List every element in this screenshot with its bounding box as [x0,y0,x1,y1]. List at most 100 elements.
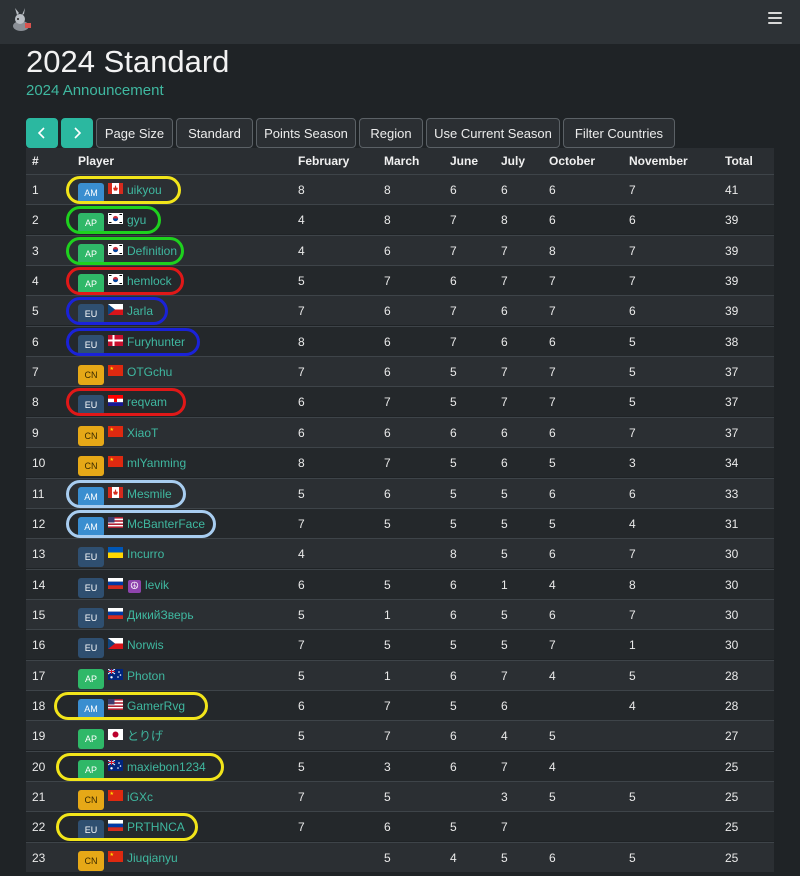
player-name-link[interactable]: OTGchu [127,357,172,387]
cell-rank: 2 [32,213,39,228]
cell-jun: 5 [450,516,457,531]
table-row: 4 5 7 6 7 7 7 39 AP hemlock [26,265,774,296]
region-badge: AP [78,668,104,689]
player-name-link[interactable]: ☮ levik [128,570,169,600]
flag-cz-icon [108,304,123,316]
player-name-link[interactable]: GamerRvg [127,691,185,721]
cell-mar: 6 [384,304,391,319]
cell-mar: 5 [384,850,391,865]
cell-feb: 8 [298,334,305,349]
table-row: 6 8 6 7 6 6 5 38 EU Furyhunter [26,325,774,357]
cell-total: 25 [725,820,739,835]
column-header-player[interactable]: Player [78,148,114,174]
cell-feb: 6 [298,395,305,410]
cell-rank: 11 [32,486,45,501]
standard-button[interactable]: Standard [176,118,253,148]
cell-feb: 7 [298,516,305,531]
table-row: 19 5 7 6 4 5 27 AP とりげ [26,720,774,751]
cell-jul: 6 [501,304,508,319]
cell-rank: 7 [32,365,39,380]
cell-oct: 7 [549,395,556,410]
flag-cn-icon: ★ [108,365,123,377]
flag-au-icon [107,759,123,771]
cell-nov: 3 [629,456,636,471]
cell-feb: 6 [298,577,305,592]
player-name-link[interactable]: McBanterFace [127,509,205,539]
cell-oct: 4 [549,577,556,592]
announcement-link[interactable]: 2024 Announcement [26,82,164,99]
cell-rank: 9 [32,425,39,440]
hamburger-menu-icon[interactable] [768,12,782,24]
player-name-link[interactable]: ДикийЗверь [127,600,194,630]
peace-symbol-icon: ☮ [128,579,141,593]
column-header-july[interactable]: July [501,148,525,174]
page-size-button[interactable]: Page Size [96,118,173,148]
cell-nov: 7 [629,183,636,197]
player-name-link[interactable]: Furyhunter [127,327,185,357]
player-name-link[interactable]: とりげ [127,721,163,751]
player-name-link[interactable]: hemlock [127,266,172,296]
cell-total: 25 [725,850,739,865]
player-name-link[interactable]: Jarla [127,296,153,326]
cell-total: 39 [725,213,739,228]
column-header-february[interactable]: February [298,148,349,174]
cell-total: 37 [725,395,739,410]
player-name-link[interactable]: Definition [127,236,177,266]
cell-mar: 5 [384,638,391,653]
player-name-link[interactable]: mlYanming [127,448,186,478]
column-header-rank[interactable]: # [32,148,39,174]
region-button[interactable]: Region [359,118,423,148]
flag-ru-icon [108,577,123,589]
table-row: 8 6 7 5 7 7 5 37 EU reqvam [26,386,774,417]
flag-us-icon [108,516,123,528]
table-row: 18 6 7 5 6 4 28 AM GamerRvg [26,689,774,721]
cell-jun: 6 [450,425,457,440]
player-name-link[interactable]: Mesmile [127,479,172,509]
cell-feb: 8 [298,456,305,471]
points-season-button[interactable]: Points Season [256,118,356,148]
filter-countries-button[interactable]: Filter Countries [563,118,675,148]
player-name-link[interactable]: XiaoT [127,418,158,448]
flag-kr-icon [108,213,123,225]
column-header-november[interactable]: November [629,148,688,174]
site-logo-icon[interactable] [8,7,34,33]
column-header-total[interactable]: Total [725,148,753,174]
player-name-link[interactable]: Incurro [127,539,164,569]
cell-oct: 7 [549,274,556,289]
player-name-link[interactable]: Norwis [127,630,164,660]
player-name-link[interactable]: iGXc [127,782,153,812]
next-page-button[interactable] [61,118,93,148]
player-name-link[interactable]: gyu [127,205,146,235]
cell-jul: 1 [501,577,508,592]
player-name-link[interactable]: uikyou [127,175,162,205]
cell-mar: 7 [384,698,391,713]
cell-mar: 6 [384,820,391,835]
cell-rank: 16 [32,638,46,653]
cell-oct: 5 [549,456,556,471]
cell-total: 39 [725,304,739,319]
cell-mar: 5 [384,790,391,804]
player-name-link[interactable]: PRTHNCA [127,812,185,842]
player-name-link[interactable]: reqvam [127,387,167,417]
previous-page-button[interactable] [26,118,58,148]
cell-total: 25 [725,759,739,774]
flag-au-icon [107,668,123,680]
cell-feb: 5 [298,729,305,744]
cell-total: 39 [725,243,739,258]
table-row: 21 7 5 3 5 5 25 CN ★ iGXc [26,781,774,811]
cell-nov: 7 [629,607,636,622]
column-header-october[interactable]: October [549,148,595,174]
table-row: 11 5 6 5 5 6 6 33 AM Mesmile [26,477,774,509]
column-header-march[interactable]: March [384,148,419,174]
flag-cn-icon: ★ [108,456,123,468]
cell-nov: 7 [629,274,636,289]
player-name-link[interactable]: maxiebon1234 [127,752,206,782]
player-name-link[interactable]: Photon [127,661,165,691]
use-current-season-button[interactable]: Use Current Season [426,118,560,148]
svg-text:★: ★ [110,366,115,372]
region-badge: CN [78,425,104,446]
column-header-june[interactable]: June [450,148,478,174]
cell-total: 28 [725,698,739,713]
player-name-link[interactable]: Jiuqianyu [127,843,178,873]
cell-feb: 5 [298,607,305,622]
